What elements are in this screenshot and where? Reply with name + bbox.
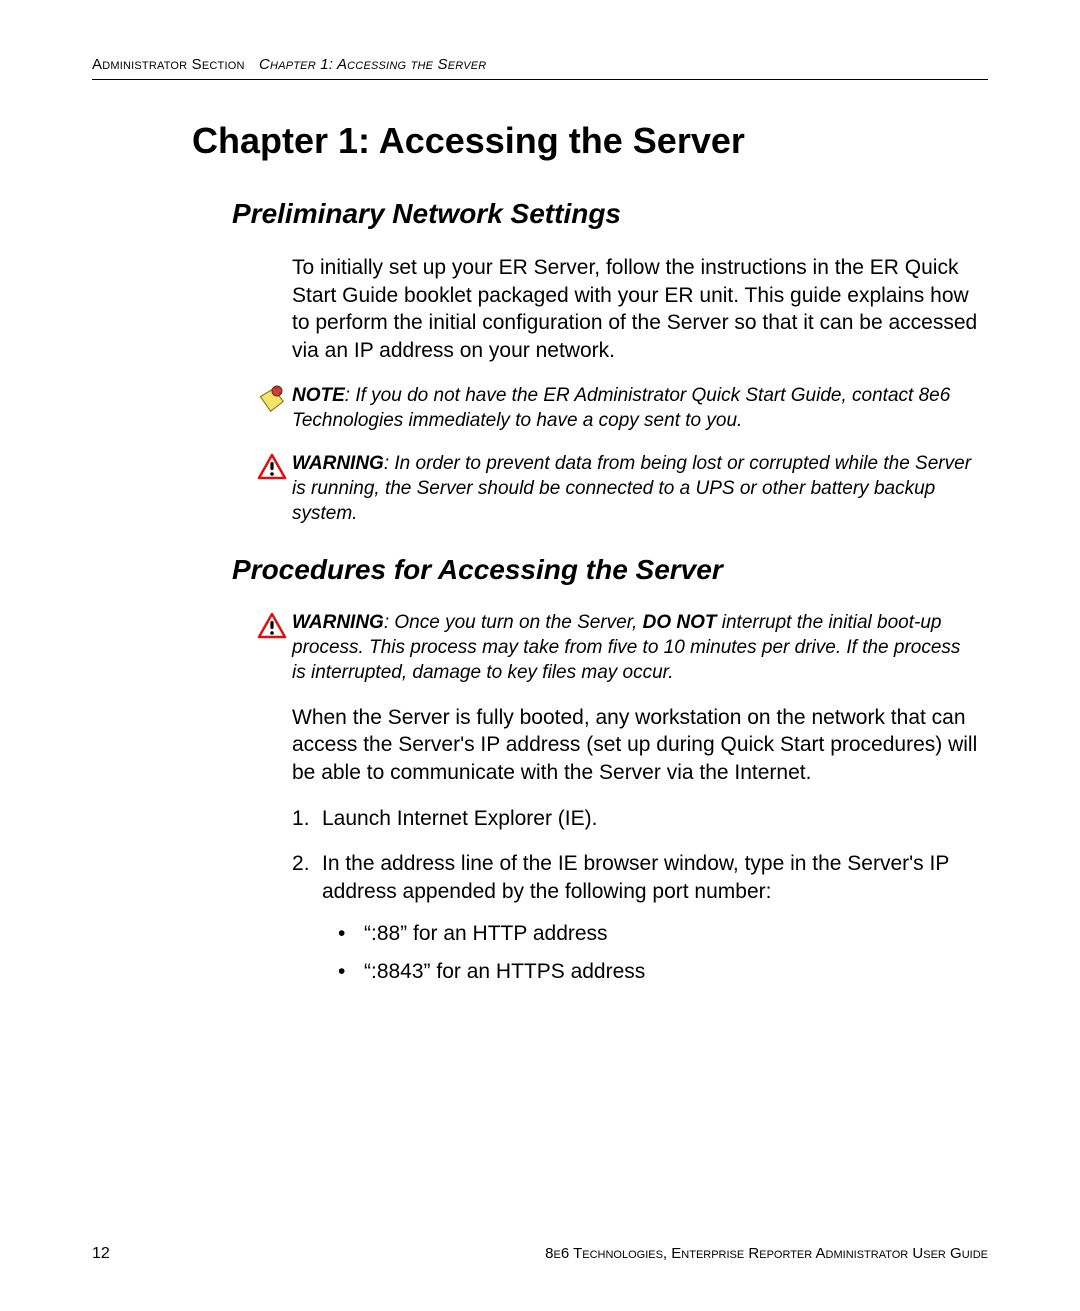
warning-callout-1: WARNING: In order to prevent data from b…: [252, 451, 978, 526]
steps-list: Launch Internet Explorer (IE). In the ad…: [292, 805, 978, 986]
note-body: : If you do not have the ER Administrato…: [292, 385, 950, 431]
list-item: “:8843” for an HTTPS address: [338, 958, 978, 986]
note-text: NOTE: If you do not have the ER Administ…: [292, 383, 978, 433]
header-section: Administrator Section: [92, 56, 245, 73]
page-footer: 12 8e6 Technologies, Enterprise Reporter…: [92, 1245, 988, 1263]
list-item: “:88” for an HTTP address: [338, 920, 978, 948]
warning-text-1: WARNING: In order to prevent data from b…: [292, 451, 978, 526]
section-heading-preliminary: Preliminary Network Settings: [232, 198, 988, 230]
step-item: Launch Internet Explorer (IE).: [292, 805, 978, 833]
section-heading-procedures: Procedures for Accessing the Server: [232, 554, 988, 586]
note-callout: NOTE: If you do not have the ER Administ…: [252, 383, 978, 433]
header-chapter: Chapter 1: Accessing the Server: [259, 56, 486, 73]
document-page: Administrator Section Chapter 1: Accessi…: [0, 0, 1080, 1311]
warning-callout-2: WARNING: Once you turn on the Server, DO…: [252, 610, 978, 685]
running-header: Administrator Section Chapter 1: Accessi…: [92, 56, 988, 80]
warning-text-2: WARNING: Once you turn on the Server, DO…: [292, 610, 978, 685]
port-list: “:88” for an HTTP address “:8843” for an…: [322, 920, 978, 985]
note-icon: [252, 383, 292, 415]
note-label: NOTE: [292, 385, 345, 406]
bullet-text: “:88” for an HTTP address: [364, 922, 608, 945]
step-text: Launch Internet Explorer (IE).: [322, 807, 597, 830]
chapter-title: Chapter 1: Accessing the Server: [192, 120, 988, 162]
warning-do-not: DO NOT: [643, 612, 717, 633]
footer-guide: 8e6 Technologies, Enterprise Reporter Ad…: [545, 1245, 988, 1262]
warning-body-1: : In order to prevent data from being lo…: [292, 453, 971, 524]
warning-pre: : Once you turn on the Server,: [384, 612, 643, 633]
warning-icon: [252, 451, 292, 481]
step-item: In the address line of the IE browser wi…: [292, 850, 978, 985]
warning-label-2: WARNING: [292, 612, 384, 633]
bullet-text: “:8843” for an HTTPS address: [364, 960, 645, 983]
warning-icon: [252, 610, 292, 640]
procedures-intro: When the Server is fully booted, any wor…: [292, 704, 978, 787]
intro-paragraph: To initially set up your ER Server, foll…: [292, 254, 978, 365]
page-number: 12: [92, 1245, 110, 1263]
step-text: In the address line of the IE browser wi…: [322, 852, 949, 903]
warning-label-1: WARNING: [292, 453, 384, 474]
